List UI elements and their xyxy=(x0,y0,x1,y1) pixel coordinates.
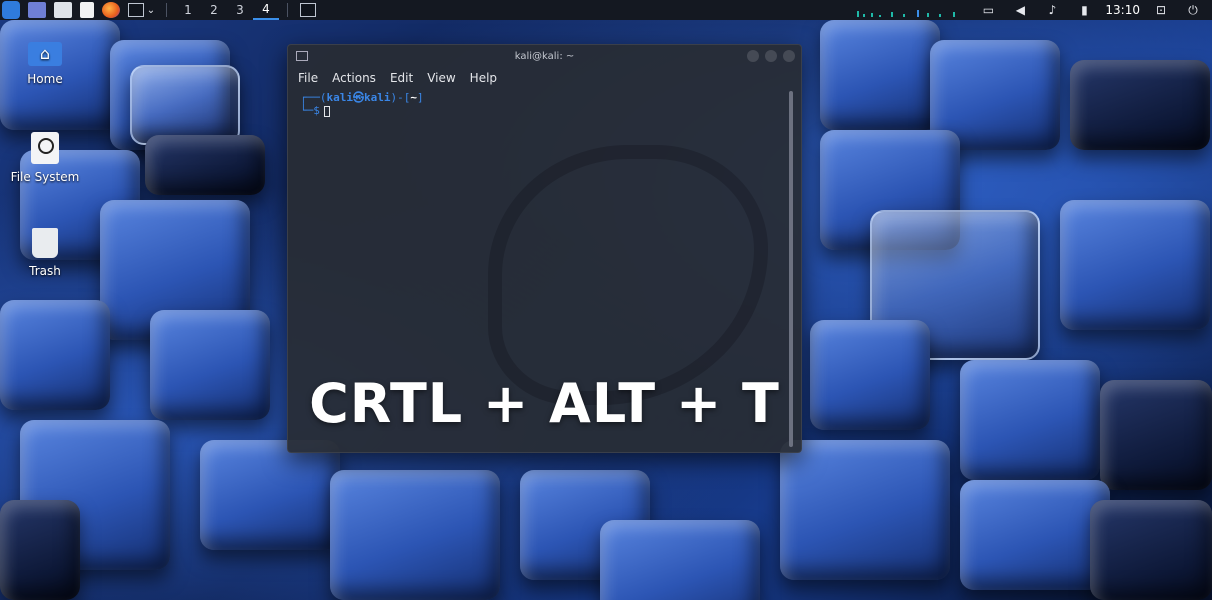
workspace-2[interactable]: 2 xyxy=(201,0,227,20)
text-editor-icon[interactable] xyxy=(80,2,94,18)
kali-dragon-watermark xyxy=(488,145,768,405)
wallpaper-cube xyxy=(820,20,940,130)
battery-icon[interactable]: ▮ xyxy=(1073,0,1095,20)
desktop-icon[interactable] xyxy=(28,2,46,18)
clock[interactable]: 13:10 xyxy=(1105,3,1140,17)
kali-menu-icon[interactable] xyxy=(2,1,20,19)
system-tray: ▭ ◀ ♪ ▮ 13:10 ⊡ ⏻ xyxy=(857,0,1212,20)
wallpaper-cube xyxy=(145,135,265,195)
workspace-4[interactable]: 4 xyxy=(253,0,279,20)
workspace-3[interactable]: 3 xyxy=(227,0,253,20)
panel-separator xyxy=(166,3,167,17)
desktop-item-label: Trash xyxy=(29,264,61,278)
wallpaper-cube xyxy=(150,310,270,420)
terminal-icon[interactable] xyxy=(128,3,144,17)
monitor-icon[interactable]: ▭ xyxy=(977,0,999,20)
prompt-line-2: └─$ xyxy=(300,104,789,117)
lock-icon[interactable]: ⊡ xyxy=(1150,0,1172,20)
prompt-bracket: ] xyxy=(416,91,424,104)
bell-icon[interactable]: ♪ xyxy=(1041,0,1063,20)
firefox-icon[interactable] xyxy=(102,2,120,18)
menu-edit[interactable]: Edit xyxy=(390,71,413,85)
wallpaper-cube xyxy=(960,360,1100,480)
menu-file[interactable]: File xyxy=(298,71,318,85)
wallpaper-cube xyxy=(960,480,1110,590)
wallpaper-cube xyxy=(0,500,80,600)
wallpaper-cube xyxy=(0,300,110,410)
text-cursor xyxy=(323,105,330,117)
shortcut-caption: CRTL + ALT + T xyxy=(309,372,780,435)
panel-separator xyxy=(287,3,288,17)
logout-icon[interactable]: ⏻ xyxy=(1182,0,1204,20)
prompt-user: kali㉿kali xyxy=(326,91,391,104)
workspace-1[interactable]: 1 xyxy=(175,0,201,20)
top-panel: ⌄ 1 2 3 4 ▭ ◀ ♪ ▮ 13:10 ⊡ ⏻ xyxy=(0,0,1212,20)
wallpaper-cube xyxy=(1070,60,1210,150)
desktop-item-file-system[interactable]: File System xyxy=(0,132,90,184)
menu-help[interactable]: Help xyxy=(470,71,497,85)
chevron-down-icon[interactable]: ⌄ xyxy=(144,0,158,20)
wallpaper-cube xyxy=(130,65,240,145)
wallpaper-cube xyxy=(780,440,950,580)
window-titlebar[interactable]: kali@kali: ~ xyxy=(288,45,801,67)
volume-icon[interactable]: ◀ xyxy=(1009,0,1031,20)
prompt-bracket: )-[ xyxy=(390,91,411,104)
file-manager-icon[interactable] xyxy=(54,2,72,18)
terminal-menubar: File Actions Edit View Help xyxy=(288,67,801,89)
prompt-line-1: ┌──(kali㉿kali)-[~] xyxy=(300,91,789,104)
desktop-item-label: File System xyxy=(10,170,80,184)
prompt-symbol: └─$ xyxy=(300,104,320,117)
desktop-item-trash[interactable]: Trash xyxy=(0,228,90,278)
menu-actions[interactable]: Actions xyxy=(332,71,376,85)
wallpaper-cube xyxy=(810,320,930,430)
prompt-directory: ~ xyxy=(410,91,417,104)
wallpaper-cube xyxy=(200,440,340,550)
terminal-output[interactable]: ┌──(kali㉿kali)-[~] └─$ xyxy=(288,89,801,119)
wallpaper-cube xyxy=(1060,200,1210,330)
desktop-item-label: Home xyxy=(27,72,63,86)
trash-icon xyxy=(32,228,58,258)
cpu-graph xyxy=(857,3,967,17)
drive-icon xyxy=(31,132,59,164)
desktop-item-home[interactable]: Home xyxy=(0,42,90,86)
wallpaper-cube xyxy=(330,470,500,600)
terminal-task-button[interactable] xyxy=(300,3,316,17)
home-folder-icon xyxy=(28,42,62,66)
wallpaper-cube xyxy=(1090,500,1212,600)
prompt-bracket: ┌──( xyxy=(300,91,327,104)
window-title: kali@kali: ~ xyxy=(514,50,575,62)
wallpaper-cube xyxy=(600,520,760,600)
wallpaper-cube xyxy=(1100,380,1212,490)
menu-view[interactable]: View xyxy=(427,71,455,85)
